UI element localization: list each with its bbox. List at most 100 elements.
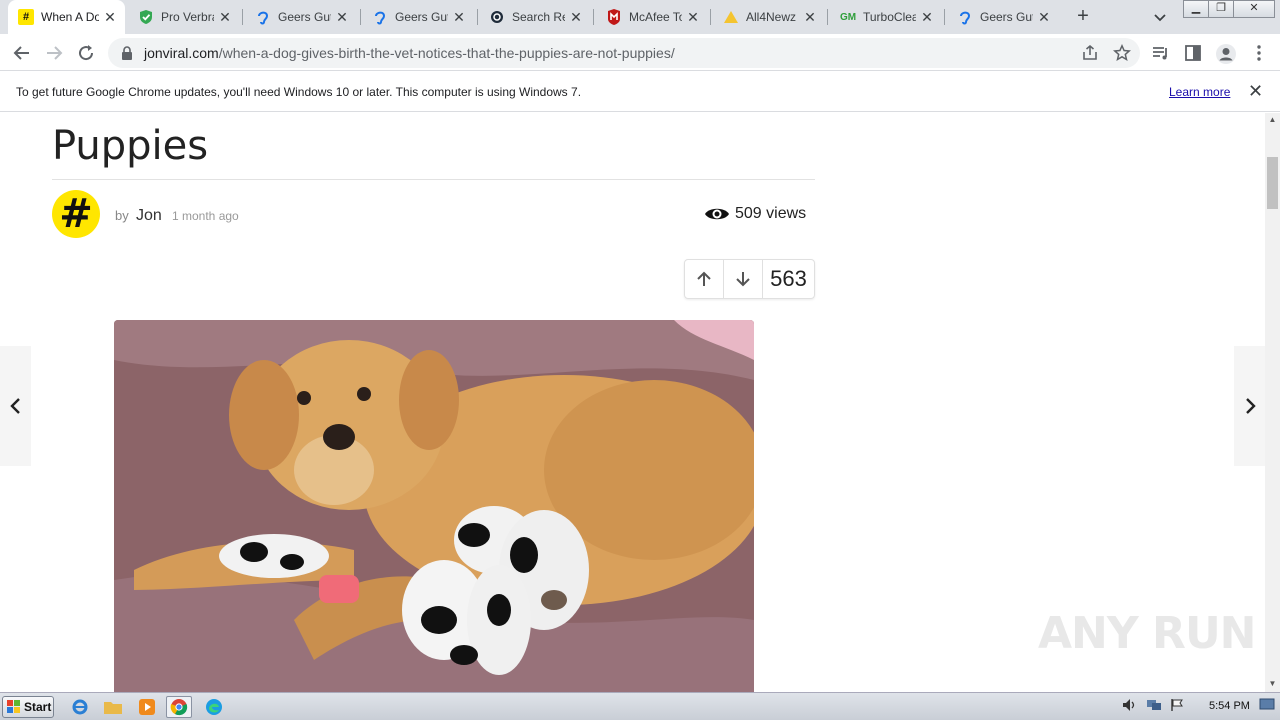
post-time: 1 month ago bbox=[172, 209, 239, 223]
downvote-button[interactable] bbox=[724, 260, 763, 298]
page-content: Puppies # by Jon 1 month ago 509 views 5… bbox=[0, 113, 1265, 692]
article-photo-dog-with-puppies bbox=[114, 320, 754, 692]
tab-title: TurboClean bbox=[863, 10, 916, 24]
tab-pro-verbra[interactable]: Pro Verbra ✕ bbox=[128, 0, 240, 34]
vote-count: 563 bbox=[770, 266, 807, 291]
title-divider bbox=[52, 179, 815, 180]
tab-separator bbox=[242, 9, 243, 25]
restore-button[interactable]: ❐ bbox=[1208, 0, 1234, 18]
minimize-button[interactable]: ▁ bbox=[1183, 0, 1209, 18]
close-icon[interactable]: ✕ bbox=[218, 9, 232, 26]
chrome-menu-icon[interactable] bbox=[1249, 43, 1269, 63]
tab-search-results[interactable]: Search Res ✕ bbox=[479, 0, 591, 34]
edge-icon[interactable] bbox=[201, 696, 227, 718]
internet-explorer-icon[interactable] bbox=[67, 696, 93, 718]
infobar-message: To get future Google Chrome updates, you… bbox=[16, 85, 582, 99]
file-explorer-icon[interactable] bbox=[100, 696, 126, 718]
windows-taskbar: Start 5:54 PM bbox=[0, 692, 1280, 720]
search-icon bbox=[489, 9, 505, 25]
tab-strip: # When A Dog ✕ Pro Verbra ✕ Geers Gute ✕… bbox=[0, 0, 1280, 34]
tab-separator bbox=[360, 9, 361, 25]
page-scrollbar[interactable]: ▲ ▼ bbox=[1265, 113, 1280, 692]
action-center-flag-icon[interactable] bbox=[1170, 698, 1184, 717]
tab-title: Geers Gute bbox=[980, 10, 1033, 24]
tab-geers-2[interactable]: Geers Gute ✕ bbox=[362, 0, 474, 34]
tab-separator bbox=[477, 9, 478, 25]
tab-title: All4Newz bbox=[746, 10, 797, 24]
start-label: Start bbox=[24, 700, 52, 714]
share-icon[interactable] bbox=[1081, 44, 1099, 62]
media-control-icon[interactable] bbox=[1151, 43, 1171, 63]
tab-separator bbox=[944, 9, 945, 25]
gm-icon: GM bbox=[839, 11, 857, 23]
next-article-arrow[interactable] bbox=[1234, 346, 1265, 466]
vote-widget: 563 bbox=[684, 259, 815, 299]
author-prefix: by bbox=[115, 208, 129, 223]
browser-toolbar: jonviral.com/when-a-dog-gives-birth-the-… bbox=[0, 34, 1280, 71]
network-icon[interactable] bbox=[1146, 698, 1162, 717]
chrome-taskbar-icon[interactable] bbox=[166, 696, 192, 718]
bookmark-star-icon[interactable] bbox=[1112, 43, 1132, 62]
reload-button[interactable] bbox=[73, 40, 99, 66]
shield-icon bbox=[138, 9, 154, 25]
volume-icon[interactable] bbox=[1122, 698, 1138, 717]
close-window-button[interactable]: ✕ bbox=[1233, 0, 1275, 18]
tab-turboclean[interactable]: GM TurboClean ✕ bbox=[830, 0, 942, 34]
close-icon[interactable]: ✕ bbox=[452, 9, 466, 26]
close-icon[interactable]: ✕ bbox=[335, 9, 349, 26]
tab-geers-1[interactable]: Geers Gute ✕ bbox=[245, 0, 357, 34]
upvote-button[interactable] bbox=[685, 260, 724, 298]
scroll-up-arrow-icon[interactable]: ▲ bbox=[1265, 115, 1280, 127]
scroll-down-arrow-icon[interactable]: ▼ bbox=[1265, 679, 1280, 691]
close-icon[interactable]: ✕ bbox=[1037, 9, 1051, 26]
url-host: jonviral.com bbox=[144, 45, 219, 61]
new-tab-button[interactable]: + bbox=[1072, 5, 1094, 27]
tab-separator bbox=[710, 9, 711, 25]
back-button[interactable] bbox=[9, 40, 35, 66]
eye-icon bbox=[704, 205, 730, 223]
tab-title: Pro Verbra bbox=[161, 10, 214, 24]
tab-when-a-dog[interactable]: # When A Dog ✕ bbox=[8, 0, 125, 34]
tab-title: Geers Gute bbox=[278, 10, 331, 24]
close-icon[interactable]: ✕ bbox=[803, 9, 817, 26]
tab-separator bbox=[827, 9, 828, 25]
mcafee-icon bbox=[606, 9, 622, 25]
author-name[interactable]: Jon bbox=[136, 207, 162, 225]
infobar-close-icon[interactable]: ✕ bbox=[1248, 81, 1263, 102]
author-avatar[interactable]: # bbox=[52, 190, 100, 238]
hash-icon: # bbox=[18, 9, 34, 25]
tab-title: Search Res bbox=[512, 10, 565, 24]
url-text[interactable]: jonviral.com/when-a-dog-gives-birth-the-… bbox=[144, 45, 675, 61]
tab-separator bbox=[593, 9, 594, 25]
close-icon[interactable]: ✕ bbox=[920, 9, 934, 26]
tab-search-chevron-icon[interactable] bbox=[1151, 8, 1169, 26]
warning-icon bbox=[723, 9, 739, 25]
lock-icon[interactable] bbox=[120, 46, 134, 60]
update-infobar: To get future Google Chrome updates, you… bbox=[0, 72, 1280, 112]
profile-avatar-icon[interactable] bbox=[1215, 43, 1236, 64]
tab-title: When A Dog bbox=[41, 10, 99, 24]
media-player-icon[interactable] bbox=[134, 696, 160, 718]
side-panel-icon[interactable] bbox=[1183, 43, 1203, 63]
system-tray bbox=[1122, 697, 1184, 717]
ear-icon bbox=[255, 9, 271, 25]
tab-all4newz[interactable]: All4Newz ✕ bbox=[713, 0, 825, 34]
scrollbar-thumb[interactable] bbox=[1267, 157, 1278, 209]
close-icon[interactable]: ✕ bbox=[569, 9, 583, 26]
ear-icon bbox=[372, 9, 388, 25]
taskbar-clock[interactable]: 5:54 PM bbox=[1209, 700, 1250, 712]
address-bar[interactable]: jonviral.com/when-a-dog-gives-birth-the-… bbox=[108, 38, 1140, 68]
tab-geers-3[interactable]: Geers Gute ✕ bbox=[947, 0, 1059, 34]
start-button[interactable]: Start bbox=[2, 696, 54, 718]
forward-button[interactable] bbox=[41, 40, 67, 66]
prev-article-arrow[interactable] bbox=[0, 346, 31, 466]
close-icon[interactable]: ✕ bbox=[686, 9, 700, 26]
windows-logo-icon bbox=[7, 700, 21, 714]
view-count: 509 views bbox=[735, 205, 807, 222]
close-icon[interactable]: ✕ bbox=[103, 9, 117, 26]
tab-mcafee[interactable]: McAfee Tot ✕ bbox=[596, 0, 708, 34]
article-title: Puppies bbox=[52, 123, 209, 169]
show-desktop-icon[interactable] bbox=[1259, 697, 1277, 715]
learn-more-link[interactable]: Learn more bbox=[1169, 85, 1230, 99]
anyrun-watermark: ANY RUN bbox=[1038, 608, 1256, 659]
